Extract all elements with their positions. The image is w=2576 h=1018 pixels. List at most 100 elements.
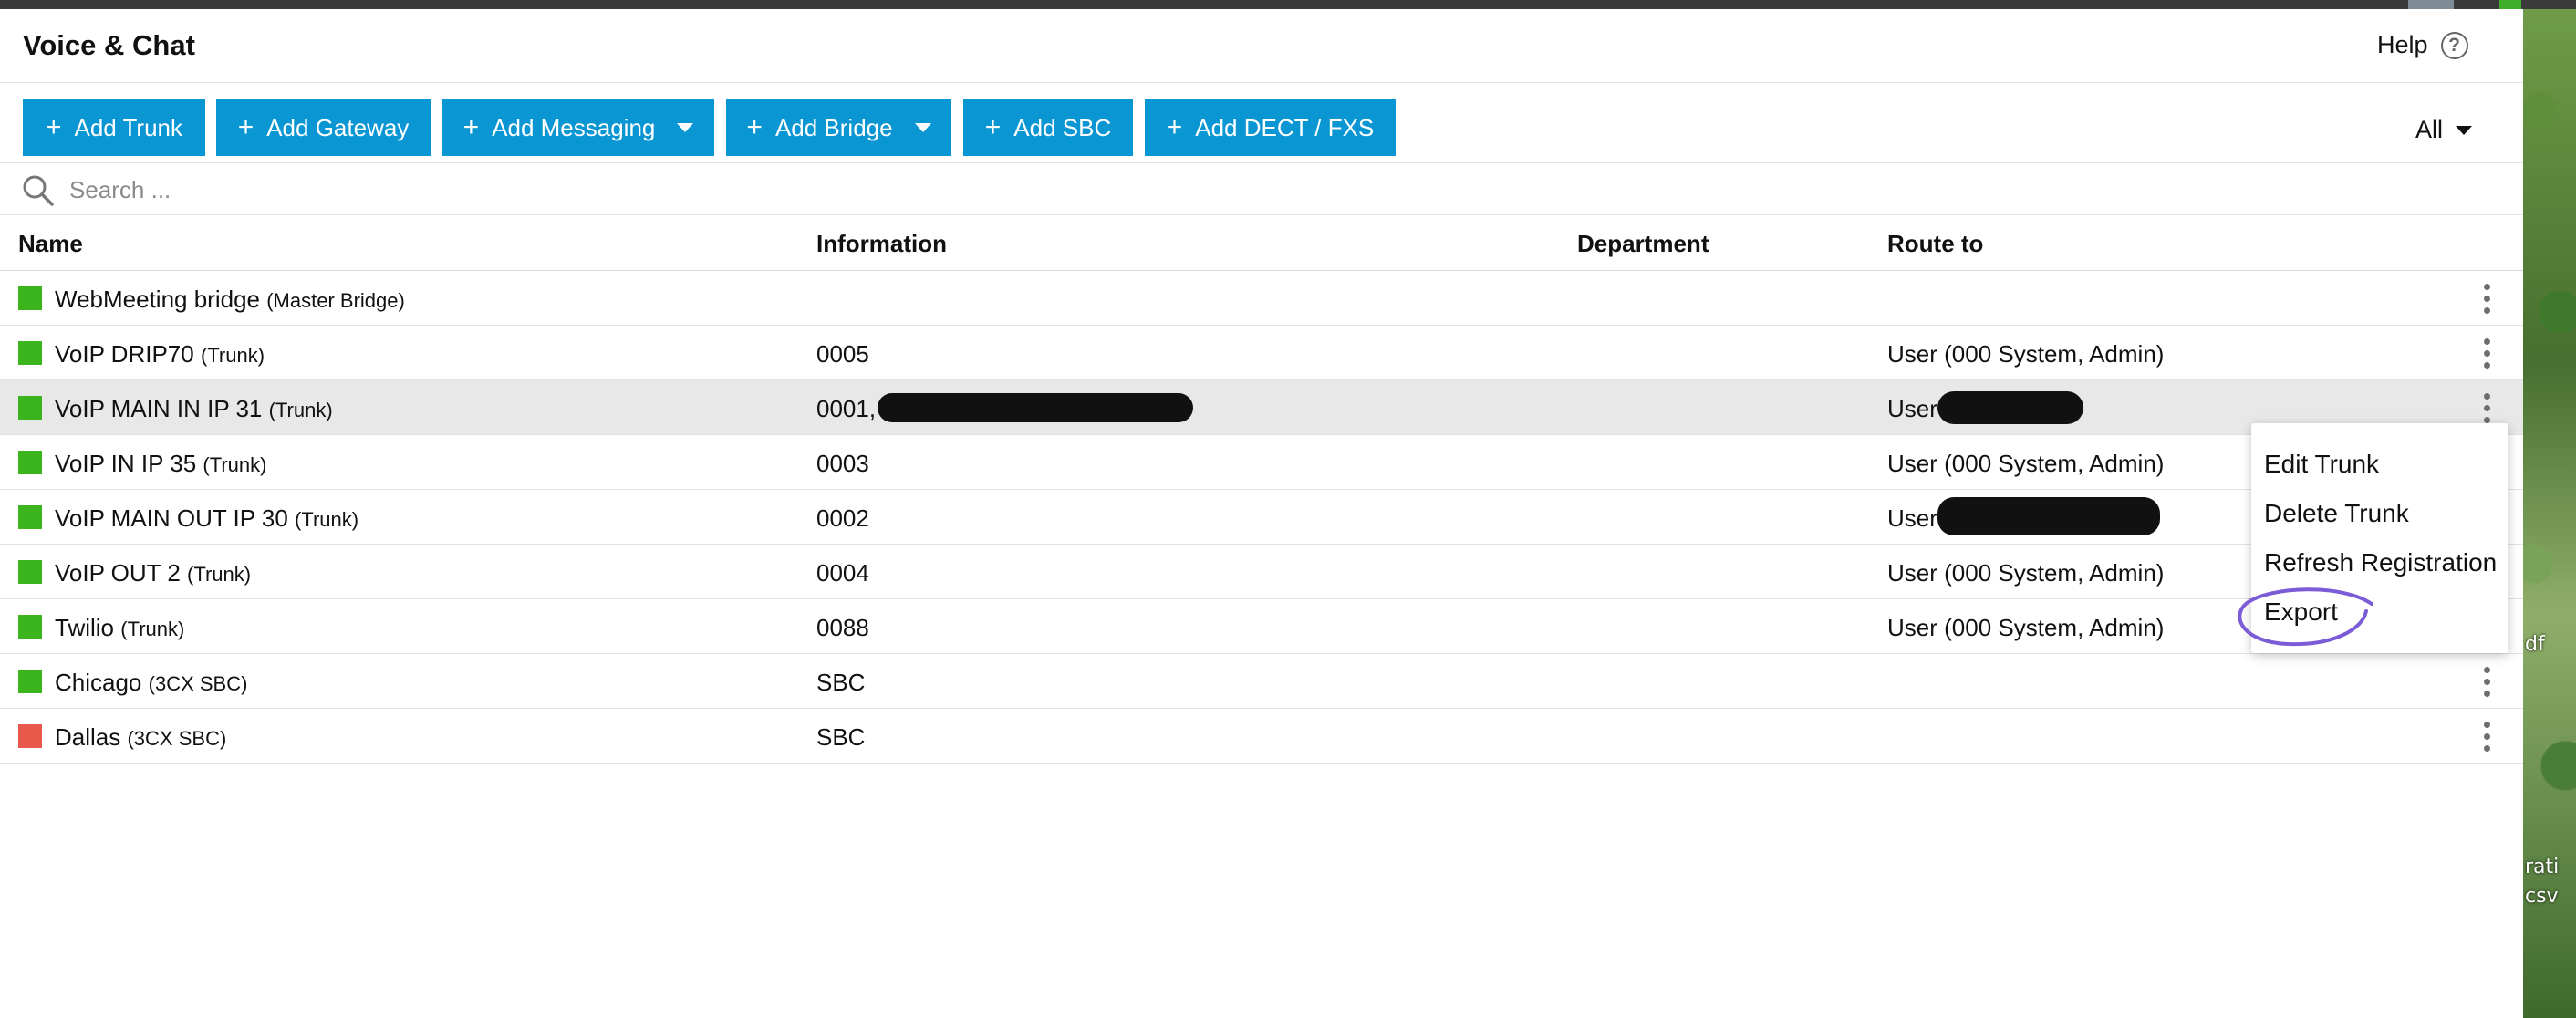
- column-header-name[interactable]: Name: [18, 230, 83, 258]
- redaction-mark: [1937, 497, 2160, 535]
- top-strip-segment: [2408, 0, 2454, 9]
- row-information: 0001,: [816, 395, 877, 422]
- menu-item-delete-trunk[interactable]: Delete Trunk: [2264, 499, 2409, 528]
- filter-dropdown[interactable]: All: [2415, 116, 2473, 144]
- table-row[interactable]: Chicago (3CX SBC) SBC: [0, 654, 2523, 709]
- button-label: Add SBC: [1013, 113, 1112, 141]
- table-row[interactable]: VoIP OUT 2 (Trunk) 0004 User (000 System…: [0, 545, 2523, 599]
- more-options-icon[interactable]: [2476, 335, 2498, 371]
- plus-icon: +: [984, 112, 1002, 142]
- trunk-list: WebMeeting bridge (Master Bridge) VoIP D…: [0, 271, 2523, 764]
- chevron-down-icon: [677, 123, 694, 132]
- menu-item-edit-trunk[interactable]: Edit Trunk: [2264, 450, 2379, 479]
- plus-icon: +: [1166, 112, 1183, 142]
- row-name[interactable]: WebMeeting bridge (Master Bridge): [55, 286, 405, 314]
- search-bar: [0, 163, 2523, 215]
- row-route-to: User (000 System, Admin): [1887, 614, 2165, 641]
- plus-icon: +: [45, 112, 62, 142]
- name-text: Twilio: [55, 614, 115, 641]
- row-name[interactable]: VoIP MAIN IN IP 31 (Trunk): [55, 395, 333, 423]
- add-messaging-button[interactable]: + Add Messaging: [442, 99, 714, 156]
- name-text: Dallas: [55, 723, 121, 751]
- more-options-icon[interactable]: [2476, 718, 2498, 754]
- type-label: (Trunk): [268, 399, 333, 421]
- row-information: 0002: [816, 504, 869, 532]
- row-name[interactable]: VoIP MAIN OUT IP 30 (Trunk): [55, 504, 358, 533]
- row-name[interactable]: Dallas (3CX SBC): [55, 723, 226, 752]
- type-label: (3CX SBC): [148, 672, 248, 695]
- name-text: Chicago: [55, 669, 142, 696]
- row-name[interactable]: VoIP OUT 2 (Trunk): [55, 559, 251, 587]
- table-row[interactable]: VoIP IN IP 35 (Trunk) 0003 User (000 Sys…: [0, 435, 2523, 490]
- name-text: VoIP OUT 2: [55, 559, 181, 587]
- button-label: Add Gateway: [266, 113, 410, 141]
- name-text: VoIP MAIN OUT IP 30: [55, 504, 288, 532]
- help-label: Help: [2377, 31, 2428, 58]
- add-gateway-button[interactable]: + Add Gateway: [216, 99, 431, 156]
- add-dect-fxs-button[interactable]: + Add DECT / FXS: [1145, 99, 1396, 156]
- column-header-department[interactable]: Department: [1577, 230, 1709, 258]
- table-row[interactable]: WebMeeting bridge (Master Bridge): [0, 271, 2523, 326]
- more-options-icon[interactable]: [2476, 663, 2498, 700]
- status-indicator: [18, 560, 42, 584]
- redaction-mark: [1937, 391, 2083, 424]
- add-trunk-button[interactable]: + Add Trunk: [23, 99, 205, 156]
- table-row[interactable]: VoIP MAIN OUT IP 30 (Trunk) 0002 User: [0, 490, 2523, 545]
- button-label: Add DECT / FXS: [1195, 113, 1375, 141]
- type-label: (Trunk): [200, 344, 265, 367]
- plus-icon: +: [746, 112, 763, 142]
- row-name[interactable]: VoIP DRIP70 (Trunk): [55, 340, 265, 369]
- row-route-to: User (000 System, Admin): [1887, 559, 2165, 587]
- wallpaper-text: df: [2525, 633, 2545, 656]
- status-indicator: [18, 670, 42, 693]
- row-route-to: User (000 System, Admin): [1887, 340, 2165, 368]
- top-strip: [0, 0, 2576, 9]
- chevron-down-icon: [2456, 125, 2473, 135]
- row-name[interactable]: VoIP IN IP 35 (Trunk): [55, 450, 266, 478]
- redaction-mark: [878, 393, 1193, 422]
- desktop-wallpaper: df rati csv: [2523, 9, 2576, 1018]
- column-header-route-to[interactable]: Route to: [1887, 230, 1983, 258]
- more-options-icon[interactable]: [2476, 280, 2498, 317]
- help-icon[interactable]: ?: [2440, 31, 2468, 59]
- search-input[interactable]: [68, 171, 801, 209]
- page-header: Voice & Chat Help ?: [0, 9, 2523, 83]
- name-text: WebMeeting bridge: [55, 286, 260, 313]
- status-indicator: [18, 341, 42, 365]
- row-route-to: User (000 System, Admin): [1887, 450, 2165, 477]
- row-route-to: User: [1887, 395, 1937, 422]
- help-link[interactable]: Help ?: [2377, 31, 2468, 59]
- status-indicator: [18, 724, 42, 748]
- wallpaper-text: csv: [2525, 885, 2559, 908]
- row-name[interactable]: Chicago (3CX SBC): [55, 669, 247, 697]
- wallpaper-text: rati: [2525, 856, 2560, 878]
- toolbar: + Add Trunk + Add Gateway + Add Messagin…: [0, 83, 2523, 163]
- column-header-information[interactable]: Information: [816, 230, 947, 258]
- type-label: (Trunk): [295, 508, 359, 531]
- menu-item-refresh-registration[interactable]: Refresh Registration: [2264, 548, 2497, 577]
- row-route-to: User: [1887, 504, 1937, 532]
- row-information: 0005: [816, 340, 869, 368]
- row-information: 0004: [816, 559, 869, 587]
- button-label: Add Bridge: [774, 113, 893, 141]
- add-bridge-button[interactable]: + Add Bridge: [726, 99, 951, 156]
- table-row[interactable]: Dallas (3CX SBC) SBC: [0, 709, 2523, 764]
- row-name[interactable]: Twilio (Trunk): [55, 614, 184, 642]
- table-row[interactable]: Twilio (Trunk) 0088 User (000 System, Ad…: [0, 599, 2523, 654]
- table-header: Name Information Department Route to: [0, 215, 2523, 271]
- status-indicator: [18, 451, 42, 474]
- status-indicator: [18, 505, 42, 529]
- table-row[interactable]: VoIP DRIP70 (Trunk) 0005 User (000 Syste…: [0, 326, 2523, 380]
- add-sbc-button[interactable]: + Add SBC: [963, 99, 1133, 156]
- filter-label: All: [2415, 116, 2444, 143]
- row-information: 0088: [816, 614, 869, 641]
- plus-icon: +: [462, 112, 480, 142]
- button-label: Add Trunk: [74, 113, 183, 141]
- table-row[interactable]: VoIP MAIN IN IP 31 (Trunk) 0001, User: [0, 380, 2523, 435]
- type-label: (Trunk): [120, 618, 185, 640]
- chevron-down-icon: [914, 123, 931, 132]
- type-label: (Trunk): [203, 453, 267, 476]
- status-indicator: [18, 396, 42, 420]
- more-options-icon[interactable]: [2476, 390, 2498, 426]
- top-strip-segment-green: [2499, 0, 2521, 9]
